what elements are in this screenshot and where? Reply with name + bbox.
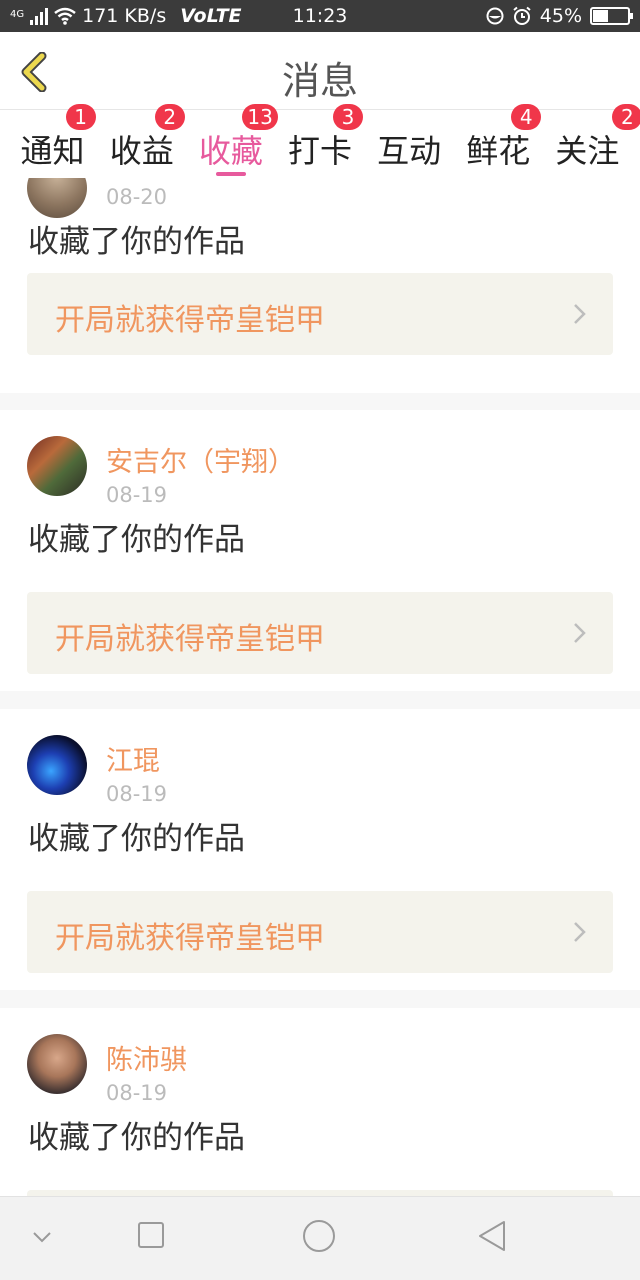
- activity-text: 收藏了你的作品: [28, 1120, 245, 1156]
- user-name[interactable]: 陈沛骐: [106, 1038, 187, 1077]
- chevron-right-icon: [574, 304, 586, 324]
- home-icon[interactable]: [302, 1219, 336, 1253]
- unread-badge: 4: [511, 104, 542, 130]
- network-type-label: 4G: [10, 9, 25, 20]
- tab-label: 收藏: [198, 132, 263, 170]
- work-link[interactable]: 开局就获得帝皇铠甲: [27, 592, 613, 674]
- tab-checkin[interactable]: 打卡 3: [277, 104, 363, 178]
- list-item: 安吉尔（宇翔） 08-19 收藏了你的作品 开局就获得帝皇铠甲: [0, 410, 640, 691]
- activity-text: 收藏了你的作品: [28, 522, 245, 558]
- work-title: 开局就获得帝皇铠甲: [55, 622, 325, 657]
- top-app-bar: 消息: [0, 32, 640, 110]
- work-title: 开局就获得帝皇铠甲: [55, 921, 325, 956]
- work-link[interactable]: 开局就获得帝皇铠甲: [27, 273, 613, 355]
- tab-flowers[interactable]: 鲜花 4: [455, 104, 542, 178]
- work-link[interactable]: 开局就获得帝皇铠甲: [27, 891, 613, 973]
- tab-label: 收益: [109, 132, 174, 170]
- user-name[interactable]: 安吉尔（宇翔）: [106, 440, 295, 479]
- wifi-icon: [54, 7, 76, 25]
- network-speed: 171 KB/s: [82, 5, 167, 27]
- list-item: 陈沛骐 08-19 收藏了你的作品: [0, 1008, 640, 1196]
- avatar[interactable]: [27, 178, 87, 218]
- tab-label: 关注: [555, 132, 620, 170]
- unread-badge: 2: [612, 104, 640, 130]
- unread-badge: 1: [65, 104, 96, 130]
- page-title: 消息: [281, 59, 358, 103]
- list-item: 江琨 08-19 收藏了你的作品 开局就获得帝皇铠甲: [0, 709, 640, 990]
- tab-label: 通知: [20, 132, 85, 170]
- tab-earnings[interactable]: 收益 2: [99, 104, 185, 178]
- back-icon[interactable]: [476, 1219, 508, 1253]
- active-tab-indicator: [215, 172, 246, 176]
- activity-text: 收藏了你的作品: [28, 224, 245, 260]
- unread-badge: 13: [242, 104, 278, 130]
- recent-apps-icon[interactable]: [137, 1221, 165, 1249]
- user-name[interactable]: 江琨: [106, 739, 160, 778]
- avatar[interactable]: [27, 1034, 87, 1094]
- tab-favorites[interactable]: 收藏 13: [188, 104, 278, 178]
- timestamp: 08-19: [106, 782, 168, 806]
- list-item: 08-20 收藏了你的作品 开局就获得帝皇铠甲: [0, 178, 640, 393]
- avatar[interactable]: [27, 436, 87, 496]
- chevron-right-icon: [574, 623, 586, 643]
- dnd-icon: [486, 7, 504, 25]
- battery-icon: [590, 7, 633, 25]
- unread-badge: 3: [332, 104, 363, 130]
- alarm-icon: [513, 6, 531, 25]
- chevron-right-icon: [574, 922, 586, 942]
- chevron-down-icon[interactable]: [30, 1229, 54, 1245]
- tab-interactions[interactable]: 互动: [366, 110, 452, 178]
- battery-percent: 45%: [539, 5, 582, 27]
- tab-label: 互动: [377, 132, 442, 170]
- tab-notifications[interactable]: 通知 1: [10, 104, 96, 178]
- timestamp: 08-19: [106, 483, 168, 507]
- tab-label: 打卡: [287, 132, 352, 170]
- favorites-feed[interactable]: 08-20 收藏了你的作品 开局就获得帝皇铠甲 安吉尔（宇翔） 08-19 收藏…: [0, 178, 640, 1196]
- tab-label: 鲜花: [466, 132, 531, 170]
- avatar[interactable]: [27, 735, 87, 795]
- timestamp: 08-20: [106, 185, 168, 209]
- volte-indicator: VoLTE: [180, 5, 242, 27]
- status-bar: 4G 171 KB/s VoLTE 11:23 45%: [0, 0, 640, 32]
- cellular-signal-icon: [30, 7, 49, 25]
- activity-text: 收藏了你的作品: [28, 821, 245, 857]
- unread-badge: 2: [154, 104, 185, 130]
- work-title: 开局就获得帝皇铠甲: [55, 303, 325, 338]
- message-tabs: 通知 1 收益 2 收藏 13 打卡 3 互动 鲜花 4 关注 2: [0, 104, 640, 178]
- system-navigation-bar: [0, 1196, 640, 1280]
- tab-follows[interactable]: 关注 2: [544, 104, 640, 178]
- timestamp: 08-19: [106, 1081, 168, 1105]
